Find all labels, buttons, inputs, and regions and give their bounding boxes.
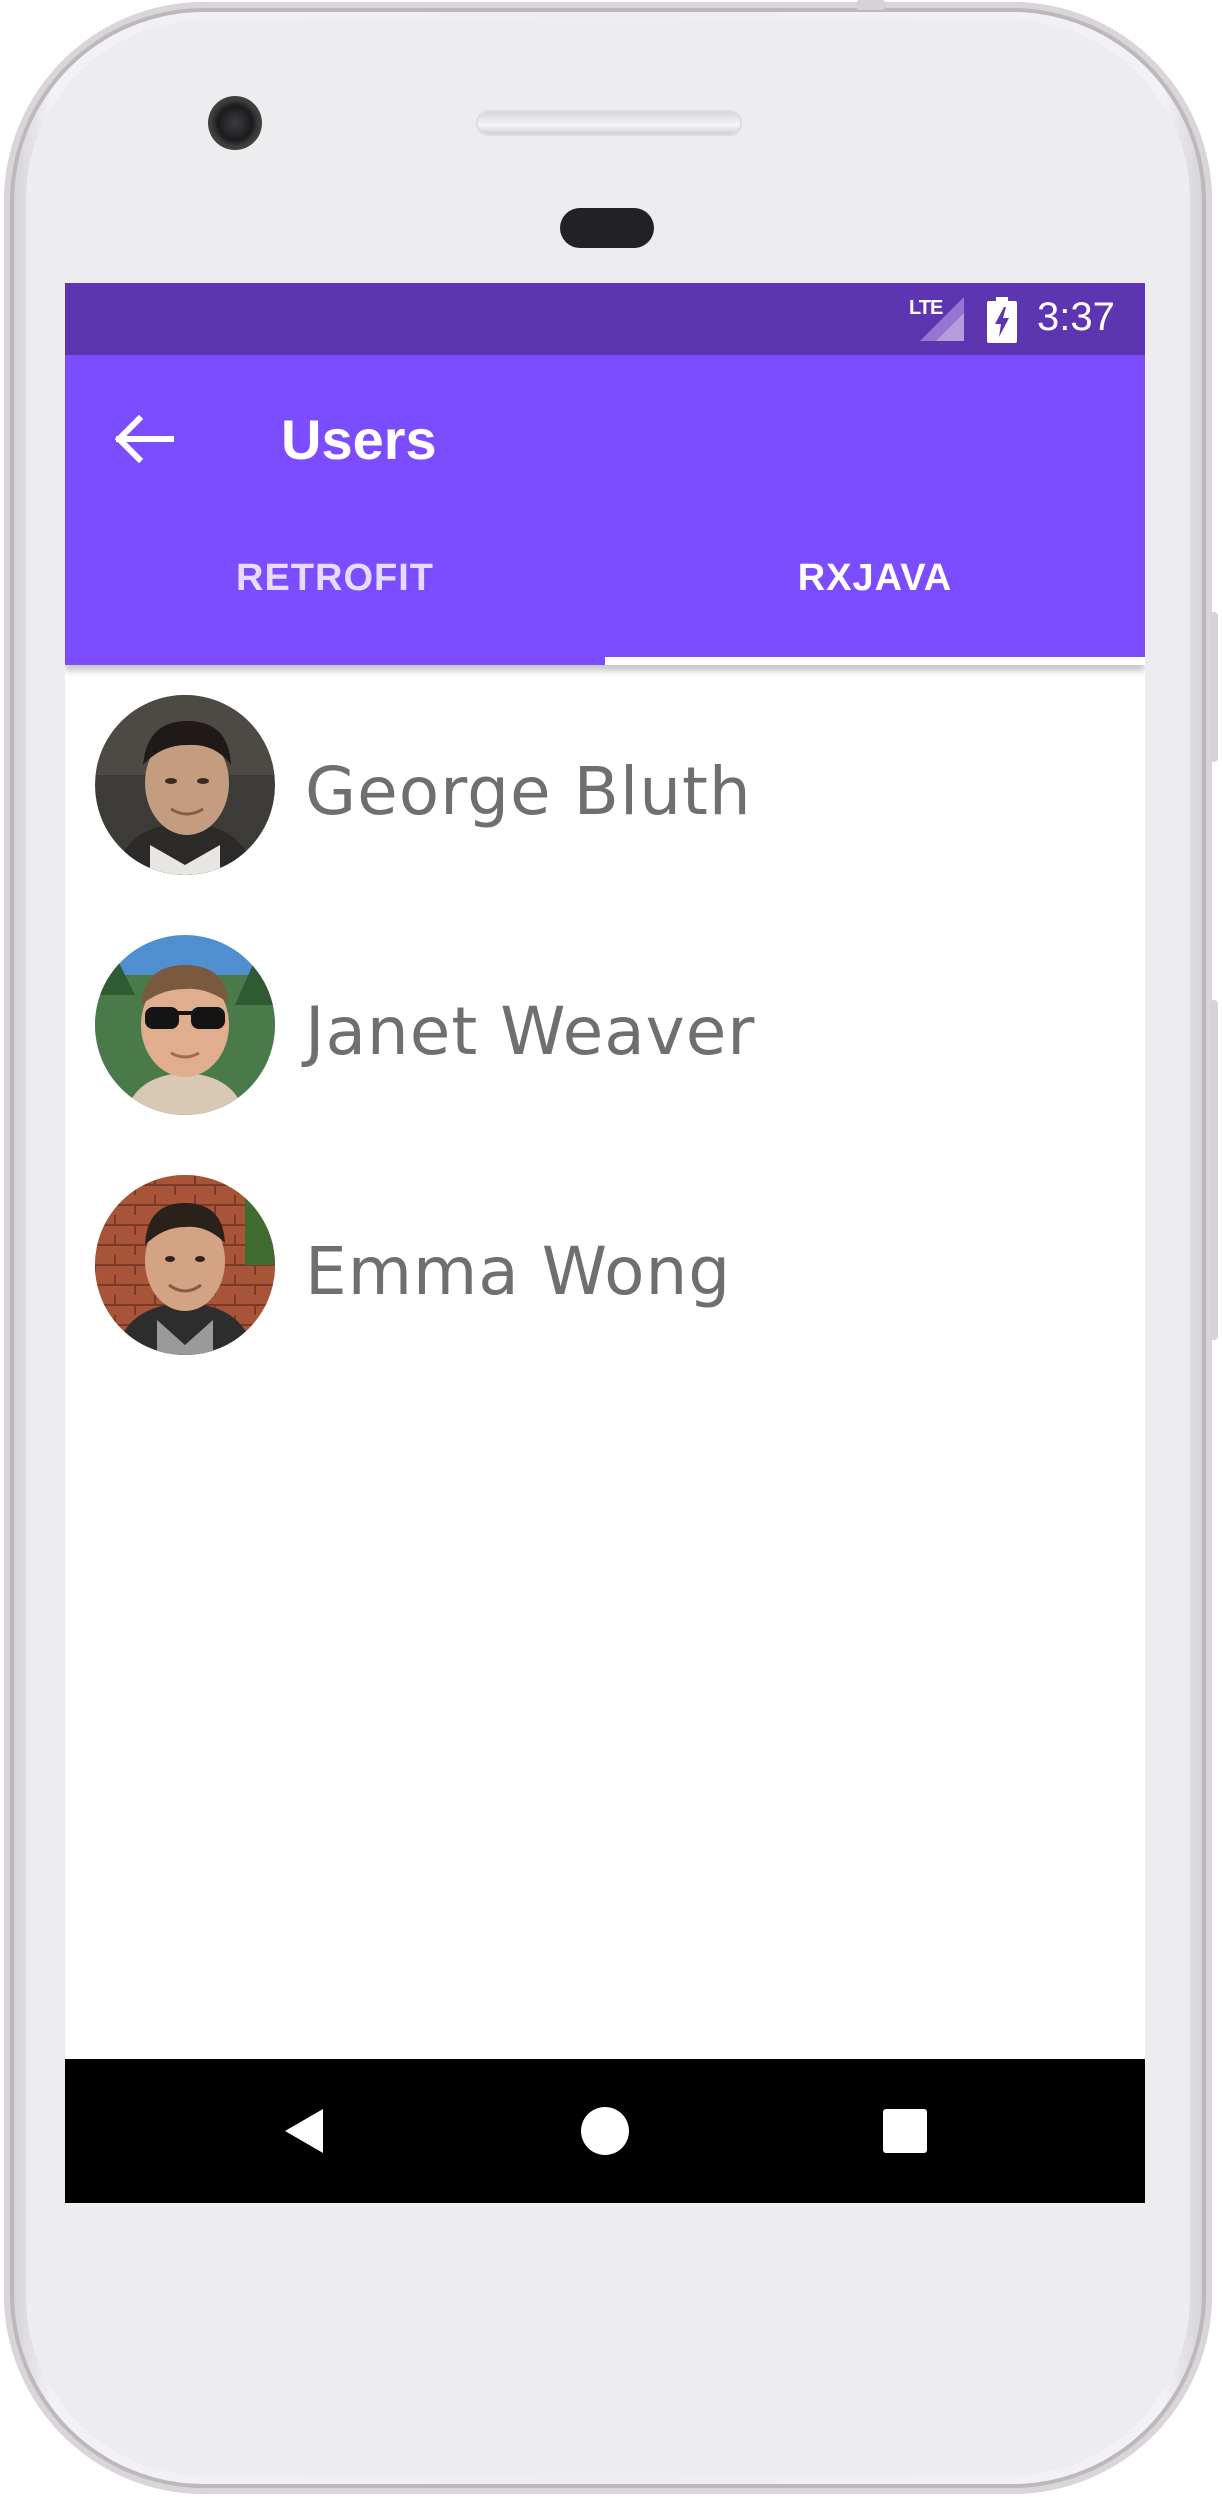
volume-button [1210,1000,1218,1340]
user-name: Janet Weaver [305,993,756,1070]
home-circle-icon [581,2107,629,2155]
avatar [95,935,275,1115]
top-speaker-grille [478,112,740,134]
list-item[interactable]: Emma Wong [65,1145,1145,1385]
tab-rxjava[interactable]: RXJAVA [605,523,1145,665]
earpiece-sensor [560,208,654,248]
status-clock: 3:37 [1037,295,1115,339]
back-button[interactable] [105,399,185,479]
app-bar: Users [65,355,1145,523]
power-button [1210,612,1218,762]
list-item[interactable]: Janet Weaver [65,905,1145,1145]
network-type-label: LTE [909,297,943,319]
selected-tab-indicator [605,657,1145,665]
tab-retrofit[interactable]: RETROFIT [65,523,605,665]
avatar-photo [95,1175,275,1355]
front-camera [208,96,262,150]
list-item[interactable]: George Bluth [65,665,1145,905]
avatar-photo [95,935,275,1115]
battery-charging-icon [987,297,1017,343]
tab-bar: RETROFIT RXJAVA [65,523,1145,665]
page-title: Users [281,408,437,471]
nav-home-button[interactable] [569,2095,641,2167]
user-name: Emma Wong [305,1233,732,1310]
navigation-bar [65,2059,1145,2203]
user-name: George Bluth [305,753,752,830]
recents-square-icon [883,2109,927,2153]
back-triangle-icon [285,2109,323,2153]
phone-screen: LTE 3:37 Users RETROFIT RXJAVA George Bl… [65,283,1145,2203]
avatar [95,695,275,875]
status-bar: LTE 3:37 [65,283,1145,355]
frame-top-notch [856,0,886,10]
avatar [95,1175,275,1355]
arrow-back-icon [114,414,174,464]
user-list: George Bluth Janet Weaver Emma Wong [65,665,1145,1385]
avatar-photo [95,695,275,875]
nav-back-button[interactable] [269,2095,341,2167]
nav-recents-button[interactable] [869,2095,941,2167]
